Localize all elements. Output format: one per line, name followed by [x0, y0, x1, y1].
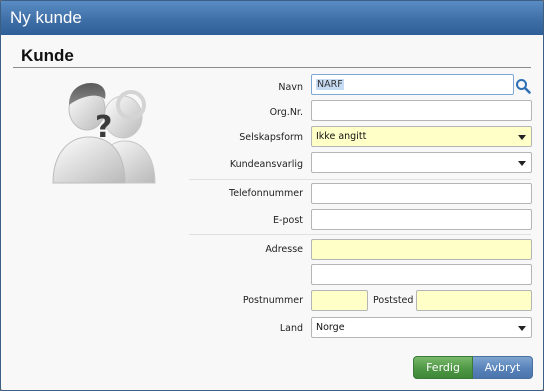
name-field[interactable]: NARF — [311, 74, 514, 95]
postal-code-label: Postnummer — [242, 295, 303, 306]
city-field[interactable] — [416, 290, 532, 311]
account-manager-select[interactable] — [311, 152, 532, 173]
account-manager-label: Kundeansvarlig — [229, 159, 303, 170]
cancel-button[interactable]: Avbryt — [473, 356, 533, 379]
phone-label: Telefonnummer — [229, 188, 303, 199]
address-line2-field[interactable] — [311, 264, 532, 285]
title-bar[interactable]: Ny kunde — [1, 1, 543, 35]
name-value: NARF — [316, 79, 344, 90]
company-form-label: Selskapsform — [239, 132, 303, 143]
done-button[interactable]: Ferdig — [413, 356, 473, 379]
section-title: Kunde — [21, 46, 74, 65]
name-label: Navn — [278, 82, 303, 93]
city-label: Poststed — [373, 295, 414, 306]
window-title: Ny kunde — [10, 8, 82, 27]
email-field[interactable] — [311, 209, 532, 230]
company-form-select[interactable]: Ikke angitt — [311, 126, 532, 147]
form-divider — [189, 179, 531, 180]
company-form-value: Ikke angitt — [316, 131, 367, 142]
section-divider — [13, 67, 531, 68]
new-customer-dialog: Ny kunde Kunde ? Navn NARF Org.Nr. Selsk… — [0, 0, 544, 391]
unknown-user-icon: ? — [52, 83, 156, 184]
orgnr-field[interactable] — [311, 100, 532, 121]
country-select[interactable]: Norge — [311, 317, 532, 338]
form-divider — [189, 234, 531, 235]
search-icon[interactable] — [515, 78, 531, 94]
chevron-down-icon — [518, 161, 526, 166]
address-line1-field[interactable] — [311, 239, 532, 260]
chevron-down-icon — [518, 326, 526, 331]
svg-text:?: ? — [95, 110, 112, 145]
email-label: E-post — [273, 215, 303, 226]
address-label: Adresse — [265, 244, 303, 255]
chevron-down-icon — [518, 135, 526, 140]
country-value: Norge — [316, 322, 345, 333]
country-label: Land — [279, 323, 303, 334]
orgnr-label: Org.Nr. — [269, 107, 303, 118]
postal-code-field[interactable] — [311, 290, 368, 311]
phone-field[interactable] — [311, 183, 532, 204]
dialog-content: Kunde ? Navn NARF Org.Nr. Selskapsform I… — [1, 35, 543, 390]
